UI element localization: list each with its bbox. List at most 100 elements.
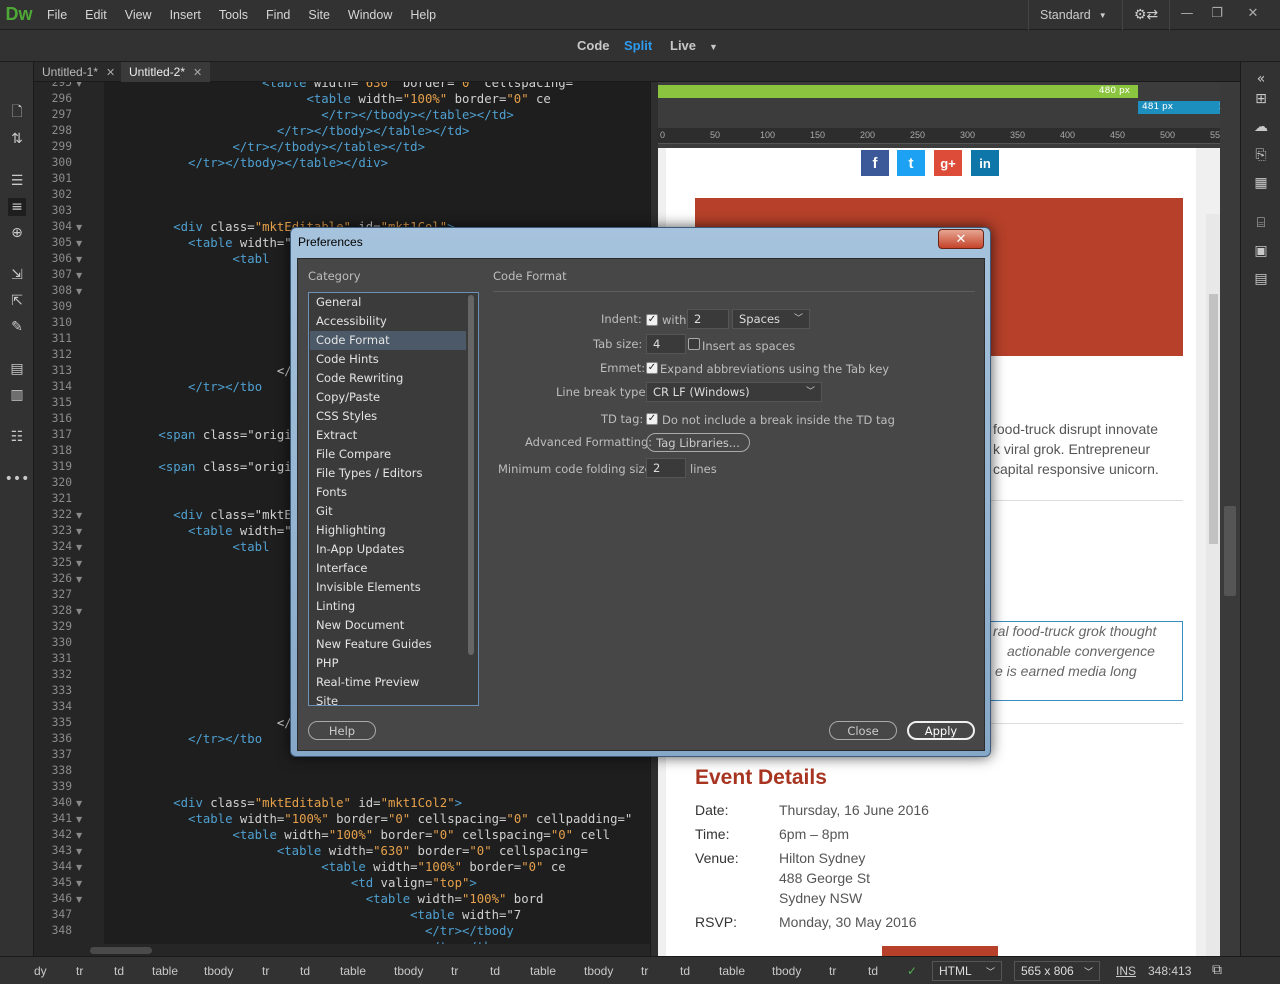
google-plus-icon[interactable]: g+ <box>934 150 962 176</box>
window-size-select[interactable]: 565 x 806 ﹀ <box>1014 961 1100 981</box>
code-line[interactable]: <div class="mktEd <box>114 508 299 522</box>
indent-checkbox[interactable]: ✓ <box>646 314 658 326</box>
indent-size-field[interactable]: 2 <box>687 309 729 329</box>
twitter-icon[interactable]: t <box>897 150 925 176</box>
fold-toggle-icon[interactable]: ▼ <box>76 879 82 888</box>
close-icon[interactable]: ✕ <box>193 66 202 79</box>
category-item[interactable]: Git <box>310 502 466 521</box>
category-item[interactable]: Fonts <box>310 483 466 502</box>
insert-spaces-checkbox[interactable] <box>688 338 700 350</box>
tag-selector-item[interactable]: tr <box>641 964 648 978</box>
facebook-icon[interactable]: f <box>861 150 889 176</box>
category-item[interactable]: New Feature Guides <box>310 635 466 654</box>
code-line[interactable]: </tr></tbody></table></td> <box>114 124 470 138</box>
snippets-icon[interactable]: ▤ <box>1252 270 1270 288</box>
restore-icon[interactable]: ❐ <box>1202 0 1232 26</box>
code-line[interactable]: </tr></tbody <box>114 924 514 938</box>
tab-untitled-1[interactable]: Untitled-1* ✕ <box>34 62 123 82</box>
menu-site[interactable]: Site <box>299 8 339 22</box>
fold-toggle-icon[interactable]: ▼ <box>76 543 82 552</box>
scroll-thumb[interactable] <box>1209 294 1218 544</box>
tag-selector-item[interactable]: td <box>868 964 878 978</box>
code-line[interactable]: <table width="100%" border="0" cellspaci… <box>114 828 610 842</box>
scroll-thumb[interactable] <box>90 947 152 954</box>
category-item[interactable]: Linting <box>310 597 466 616</box>
close-button[interactable]: Close <box>829 721 897 740</box>
code-line[interactable]: <table width="630" border="0" cellspacin… <box>114 844 588 858</box>
split-view-button[interactable]: Split <box>624 38 652 53</box>
tag-selector-item[interactable]: table <box>719 964 745 978</box>
tag-selector-item[interactable]: table <box>152 964 178 978</box>
show-source-icon[interactable]: ☰ <box>8 172 26 190</box>
collapse-icon[interactable]: ⇱ <box>8 292 26 310</box>
fold-toggle-icon[interactable]: ▼ <box>76 287 82 296</box>
fold-toggle-icon[interactable]: ▼ <box>76 239 82 248</box>
td-tag-checkbox[interactable]: ✓ <box>646 413 658 425</box>
close-window-icon[interactable]: ✕ <box>1238 0 1268 26</box>
menu-edit[interactable]: Edit <box>76 8 116 22</box>
indent-icon[interactable]: ☷ <box>8 428 26 446</box>
fold-toggle-icon[interactable]: ▼ <box>76 799 82 808</box>
tag-selector-item[interactable]: td <box>300 964 310 978</box>
target-icon[interactable]: ⊕ <box>8 224 26 242</box>
media-query-bar-max[interactable]: 480 px <box>658 85 1138 98</box>
chevron-down-icon[interactable]: ▼ <box>709 42 718 52</box>
apply-button[interactable]: Apply <box>907 721 975 740</box>
insert-mode-toggle[interactable]: INS <box>1116 964 1136 978</box>
assets-icon[interactable]: ▣ <box>1252 242 1270 260</box>
menu-view[interactable]: View <box>116 8 161 22</box>
files-icon[interactable]: ⌸ <box>1252 214 1270 232</box>
close-icon[interactable]: ✕ <box>106 66 115 79</box>
code-view-button[interactable]: Code <box>577 38 610 53</box>
more-icon[interactable]: ••• <box>5 470 30 488</box>
fold-toggle-icon[interactable]: ▼ <box>76 511 82 520</box>
category-item[interactable]: Site <box>310 692 466 705</box>
tag-selector-item[interactable]: td <box>680 964 690 978</box>
menu-tools[interactable]: Tools <box>210 8 257 22</box>
code-line[interactable]: </ <box>114 364 292 378</box>
code-line[interactable]: <table width="100%" border="0" cellspaci… <box>114 812 632 826</box>
remove-comment-icon[interactable]: ▥ <box>8 386 26 404</box>
live-view-scrollbar[interactable] <box>1220 82 1240 956</box>
category-item[interactable]: File Types / Editors <box>310 464 466 483</box>
css-designer-icon[interactable]: ▦ <box>1252 174 1270 192</box>
line-break-select[interactable]: CR LF (Windows) ﹀ <box>646 382 822 402</box>
menu-find[interactable]: Find <box>257 8 299 22</box>
category-item[interactable]: Accessibility <box>310 312 466 331</box>
page-scrollbar[interactable] <box>1206 214 1220 956</box>
tag-libraries-button[interactable]: Tag Libraries... <box>646 433 750 452</box>
linkedin-icon[interactable]: in <box>971 150 999 176</box>
fold-toggle-icon[interactable]: ▼ <box>76 895 82 904</box>
tag-selector-item[interactable]: tr <box>262 964 269 978</box>
category-item[interactable]: Code Format <box>310 331 466 350</box>
category-scrollbar[interactable] <box>467 295 475 705</box>
code-line[interactable]: <span class="origina <box>114 428 306 442</box>
tab-untitled-2[interactable]: Untitled-2* ✕ <box>121 62 211 82</box>
fold-toggle-icon[interactable]: ▼ <box>76 223 82 232</box>
category-item[interactable]: PHP <box>310 654 466 673</box>
category-item[interactable]: New Document <box>310 616 466 635</box>
close-icon[interactable]: ✕ <box>938 229 984 249</box>
expand-all-icon[interactable]: ⇲ <box>8 266 26 284</box>
fold-toggle-icon[interactable]: ▼ <box>76 271 82 280</box>
code-line[interactable]: </tr></tbo <box>114 380 262 394</box>
tag-selector-item[interactable]: tbody <box>772 964 801 978</box>
format-source-icon[interactable]: ≡ <box>8 198 26 216</box>
live-view-button[interactable]: Live <box>670 38 696 53</box>
category-item[interactable]: Code Rewriting <box>310 369 466 388</box>
tab-size-field[interactable]: 4 <box>646 334 686 354</box>
code-line[interactable]: <table width="7 <box>114 908 521 922</box>
dom-icon[interactable]: ⊞ <box>1252 90 1270 108</box>
code-line[interactable]: <table width=" <box>114 236 292 250</box>
fold-toggle-icon[interactable]: ▼ <box>76 847 82 856</box>
tag-selector-item[interactable]: tbody <box>394 964 423 978</box>
code-line[interactable]: <tabl <box>114 540 269 554</box>
code-line[interactable]: </ <box>114 716 292 730</box>
code-line[interactable]: <table width="100%" border="0" ce <box>114 92 551 106</box>
creative-cloud-icon[interactable]: ☁ <box>1252 118 1270 136</box>
check-circle-icon[interactable]: ✓ <box>907 964 917 978</box>
category-item[interactable]: File Compare <box>310 445 466 464</box>
indent-type-select[interactable]: Spaces ﹀ <box>732 309 810 329</box>
code-line[interactable]: </tr></tbody></table></div> <box>114 156 388 170</box>
category-item[interactable]: Code Hints <box>310 350 466 369</box>
